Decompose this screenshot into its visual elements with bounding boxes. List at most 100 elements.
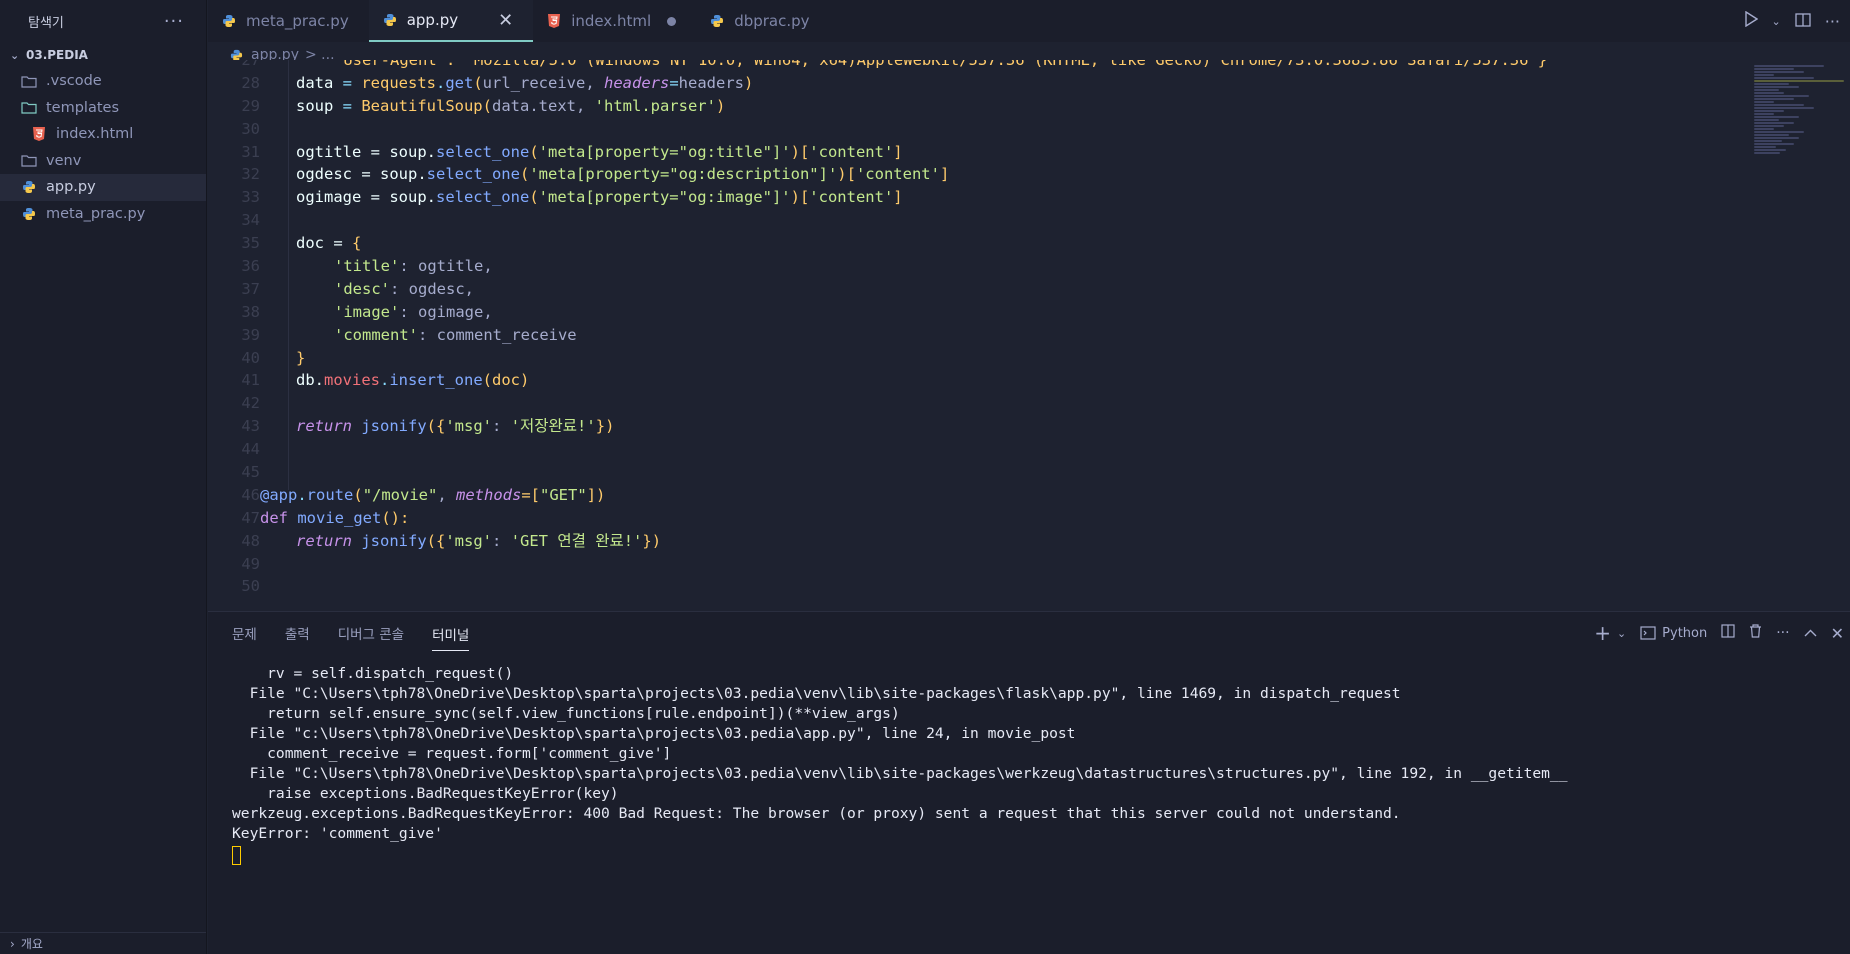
terminal-line: File "c:\Users\tph78\OneDrive\Desktop\sp… bbox=[232, 725, 1076, 742]
tree-item-label: templates bbox=[46, 99, 120, 116]
split-editor-icon[interactable] bbox=[1795, 12, 1811, 31]
chevron-down-icon[interactable]: ⌄ bbox=[1772, 15, 1781, 28]
line-number: 38 bbox=[241, 302, 260, 321]
code-text: 'msg' bbox=[445, 417, 493, 436]
code-text: ( bbox=[529, 188, 539, 207]
more-actions-icon[interactable]: ··· bbox=[1825, 12, 1840, 31]
code-text: 'html.parser' bbox=[594, 96, 716, 115]
more-actions-icon[interactable]: ··· bbox=[1776, 625, 1789, 641]
code-text: methods bbox=[456, 485, 522, 504]
tree-item-vscode[interactable]: .vscode bbox=[0, 68, 206, 95]
workspace-root[interactable]: ⌄ 03.PEDIA bbox=[0, 42, 206, 68]
line-number: 34 bbox=[241, 211, 260, 230]
terminal-output[interactable]: rv = self.dispatch_request() File "C:\Us… bbox=[232, 664, 1568, 865]
code-text: . bbox=[297, 485, 307, 504]
code-text: : ogimage, bbox=[399, 302, 493, 321]
code-text: : ogdesc, bbox=[390, 279, 474, 298]
add-terminal-icon[interactable]: + bbox=[1594, 621, 1611, 645]
code-text: } bbox=[296, 348, 306, 367]
code-text: BeautifulSoup bbox=[361, 96, 483, 115]
code-text: 'meta[property="og:image"]' bbox=[538, 188, 791, 207]
close-icon[interactable]: ✕ bbox=[498, 10, 513, 31]
tab-debug-console[interactable]: 디버그 콘솔 bbox=[338, 623, 404, 643]
code-line: 41 db.movies.insert_one(doc) bbox=[208, 369, 1547, 392]
code-text: }) bbox=[642, 531, 662, 550]
code-text: '저장완료!' bbox=[510, 417, 596, 436]
line-number: 42 bbox=[241, 394, 260, 413]
code-line: 45 bbox=[208, 461, 1547, 484]
code-text: 'GET 연결 완료!' bbox=[510, 531, 643, 550]
code-text: route bbox=[306, 485, 354, 504]
code-text: insert_one bbox=[389, 371, 483, 390]
more-actions-icon[interactable]: ··· bbox=[164, 11, 184, 32]
panel-actions: + ⌄ Python ··· ✕ bbox=[1594, 612, 1850, 654]
code-text: )[ bbox=[837, 165, 856, 184]
code-line: 38 'image': ogimage, bbox=[208, 301, 1547, 324]
folder-icon bbox=[20, 73, 38, 89]
line-number: 44 bbox=[241, 440, 260, 459]
code-text: def bbox=[260, 508, 288, 527]
maximize-panel-icon[interactable] bbox=[1804, 625, 1817, 641]
split-terminal-icon[interactable] bbox=[1721, 624, 1735, 642]
code-line: 33 ogimage = soup.select_one('meta[proper… bbox=[208, 186, 1547, 209]
code-line: 36 'title': ogtitle, bbox=[208, 255, 1547, 278]
run-icon[interactable] bbox=[1744, 10, 1758, 31]
code-text: ]) bbox=[586, 485, 606, 504]
line-number: 39 bbox=[241, 325, 260, 344]
explorer-header: 탐색기 ··· bbox=[0, 0, 206, 42]
code-line: 27 'User-Agent': 'Mozilla/5.0 (Windows NT… bbox=[208, 60, 1547, 72]
line-number: 43 bbox=[241, 417, 260, 436]
code-text: ] bbox=[893, 188, 903, 207]
code-line: 39 'comment': comment_receive bbox=[208, 324, 1547, 347]
code-text: ogdesc = soup. bbox=[296, 165, 427, 184]
line-number: 49 bbox=[241, 554, 260, 573]
python-icon bbox=[20, 179, 38, 195]
code-text: 'content' bbox=[809, 188, 894, 207]
tab-output[interactable]: 출력 bbox=[285, 623, 310, 643]
chevron-down-icon[interactable]: ⌄ bbox=[1617, 627, 1626, 640]
explorer-title: 탐색기 bbox=[28, 15, 64, 31]
code-text: = bbox=[333, 96, 362, 115]
terminal-shell-selector[interactable]: Python bbox=[1640, 626, 1707, 641]
line-number: 41 bbox=[241, 371, 260, 390]
trash-icon[interactable] bbox=[1749, 624, 1762, 642]
line-number: 45 bbox=[241, 463, 260, 482]
tab-meta-prac-py[interactable]: meta_prac.py bbox=[208, 0, 369, 42]
terminal-prompt[interactable] bbox=[232, 844, 1568, 865]
code-text: headers bbox=[678, 73, 744, 92]
code-editor[interactable]: 27 'User-Agent': 'Mozilla/5.0 (Windows NT… bbox=[208, 60, 1850, 611]
code-text: =[ bbox=[521, 485, 541, 504]
tree-item-venv[interactable]: venv bbox=[0, 148, 206, 175]
tree-item-label: app.py bbox=[46, 179, 96, 196]
outline-label: 개요 bbox=[20, 937, 43, 951]
tree-item-meta-prac-py[interactable]: meta_prac.py bbox=[0, 201, 206, 228]
tab-problems[interactable]: 문제 bbox=[232, 623, 257, 643]
unsaved-dot-icon[interactable] bbox=[667, 16, 677, 26]
tab-terminal[interactable]: 터미널 bbox=[432, 624, 470, 651]
tab-index-html[interactable]: index.html bbox=[533, 0, 696, 42]
tree-item-index-html[interactable]: index.html bbox=[0, 121, 206, 148]
line-number: 28 bbox=[241, 73, 260, 92]
code-text: ({ bbox=[426, 417, 446, 436]
close-panel-icon[interactable]: ✕ bbox=[1831, 624, 1844, 643]
tab-dbprac-py[interactable]: dbprac.py bbox=[696, 0, 829, 42]
code-text: jsonify bbox=[361, 417, 427, 436]
tab-label: dbprac.py bbox=[734, 12, 810, 30]
code-text: doc = bbox=[296, 234, 352, 253]
code-text: 'image' bbox=[334, 302, 400, 321]
code-line: 50 bbox=[208, 575, 1547, 598]
code-line: 47 def movie_get(): bbox=[208, 507, 1547, 530]
tab-app-py[interactable]: app.py ✕ bbox=[368, 0, 534, 42]
code-text: )[ bbox=[790, 188, 810, 207]
code-text: { bbox=[352, 234, 362, 253]
code-text: jsonify bbox=[361, 531, 427, 550]
code-line: 49 bbox=[208, 553, 1547, 576]
minimap[interactable] bbox=[1754, 60, 1850, 611]
code-text: (): bbox=[381, 508, 410, 527]
tree-item-app-py[interactable]: app.py bbox=[0, 174, 206, 201]
html5-icon bbox=[547, 14, 561, 28]
tree-item-templates[interactable]: templates bbox=[0, 95, 206, 122]
outline-section[interactable]: › 개요 bbox=[0, 932, 206, 954]
code-line: 32 ogdesc = soup.select_one('meta[propert… bbox=[208, 163, 1547, 186]
code-text: ( bbox=[482, 96, 492, 115]
